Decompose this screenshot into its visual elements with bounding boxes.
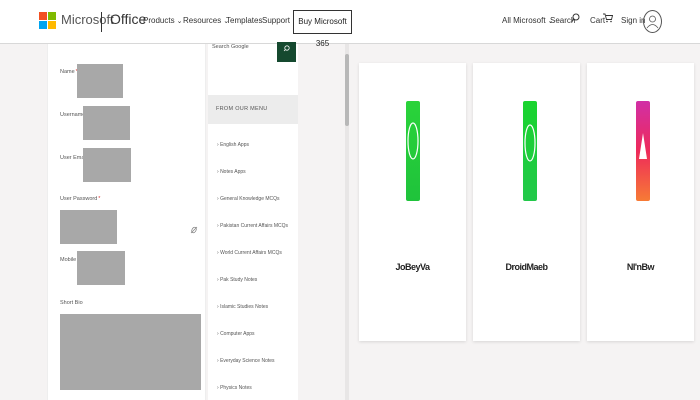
search-icon <box>283 45 290 52</box>
sidebar-item-everyday-science[interactable]: › Everyday Science Notes <box>217 358 275 364</box>
nav-support-label: Support <box>262 16 291 25</box>
app-card-title: NI'nBw <box>626 262 655 272</box>
camera-icon <box>639 133 647 159</box>
short-bio-field-label: Short Bio <box>60 300 83 306</box>
name-field[interactable] <box>77 64 123 98</box>
username-field[interactable] <box>83 106 130 140</box>
nav-support[interactable]: Support <box>262 16 290 25</box>
sidebar-item-physics-notes[interactable]: › Physics Notes <box>217 385 252 391</box>
app-card-title: DroidMaeb <box>505 262 548 272</box>
vertical-scrollbar[interactable] <box>345 44 349 400</box>
app-card[interactable]: DroidMaeb <box>473 63 580 341</box>
signup-form-panel: Name* Username* User Email* User Passwor… <box>47 44 206 400</box>
sidebar-item-label: Islamic Studies Notes <box>220 304 269 310</box>
nav-resources[interactable]: Resources ⌄ <box>183 16 229 25</box>
brand-name[interactable]: Microsoft <box>61 12 114 27</box>
scrollbar-thumb[interactable] <box>345 54 349 126</box>
search-google-button[interactable] <box>277 42 296 62</box>
sidebar-item-world-current-affairs[interactable]: › World Current Affairs MCQs <box>217 250 282 256</box>
avatar-icon[interactable] <box>643 10 662 33</box>
phone-icon <box>524 124 536 162</box>
menu-section-title: FROM OUR MENU <box>208 95 298 124</box>
sidebar-item-label: Everyday Science Notes <box>220 358 275 364</box>
show-password-eye-icon[interactable] <box>190 226 198 234</box>
sidebar-item-pakistan-current-affairs[interactable]: › Pakistan Current Affairs MCQs <box>217 223 288 229</box>
buy-microsoft-365-button[interactable]: Buy Microsoft 365 <box>293 10 352 48</box>
header-divider <box>101 12 102 32</box>
sidebar-item-english-apps[interactable]: › English Apps <box>217 142 249 148</box>
short-bio-label-text: Short Bio <box>60 300 83 306</box>
nav-templates-label: Templates <box>226 16 263 25</box>
instagram-gradient-icon <box>636 101 650 201</box>
all-microsoft-label: All Microsoft <box>502 16 546 25</box>
sidebar-item-label: Physics Notes <box>220 385 252 391</box>
sign-in-label: Sign in <box>621 16 646 25</box>
sidebar-item-label: English Apps <box>220 142 249 148</box>
sidebar-item-label: World Current Affairs MCQs <box>220 250 282 256</box>
mobile-field[interactable] <box>77 251 125 285</box>
phone-icon <box>407 122 419 160</box>
app-card-title: JoBeyVa <box>395 262 430 272</box>
chevron-down-icon: ⌄ <box>176 18 183 25</box>
sidebar-item-pak-study[interactable]: › Pak Study Notes <box>217 277 257 283</box>
nav-products[interactable]: Products ⌄ <box>143 16 182 25</box>
nav-products-label: Products <box>143 16 175 25</box>
user-password-field[interactable] <box>60 210 117 244</box>
user-password-field-label: User Password* <box>60 196 100 202</box>
sidebar-item-label: General Knowledge MCQs <box>220 196 280 202</box>
cart-icon[interactable] <box>603 13 613 23</box>
search-icon[interactable] <box>571 13 580 23</box>
product-name[interactable]: Office <box>110 11 146 27</box>
app-card[interactable]: NI'nBw <box>587 63 694 341</box>
sidebar-item-islamic-studies[interactable]: › Islamic Studies Notes <box>217 304 268 310</box>
all-microsoft-menu[interactable]: All Microsoft ⌄ <box>502 16 553 25</box>
name-field-label: Name* <box>60 69 78 75</box>
mobile-label-text: Mobile <box>60 257 77 263</box>
sidebar-item-label: Pak Study Notes <box>220 277 258 283</box>
nav-resources-label: Resources <box>183 16 222 25</box>
user-email-field[interactable] <box>83 148 131 182</box>
sidebar-menu: Search Google FROM OUR MENU › English Ap… <box>208 42 298 400</box>
short-bio-textarea[interactable] <box>60 314 201 390</box>
app-card[interactable]: JoBeyVa <box>359 63 466 341</box>
sidebar-item-label: Pakistan Current Affairs MCQs <box>220 223 289 229</box>
user-password-label-text: User Password <box>60 196 98 202</box>
whatsapp-green-icon <box>523 101 537 201</box>
search-google-label: Search Google <box>212 44 249 50</box>
username-label-text: Username <box>60 112 86 118</box>
sidebar-item-label: Notes Apps <box>220 169 246 175</box>
sidebar-item-general-knowledge[interactable]: › General Knowledge MCQs <box>217 196 280 202</box>
person-icon <box>646 15 659 29</box>
sign-in-link[interactable]: Sign in <box>621 16 645 25</box>
required-marker: * <box>98 196 101 202</box>
sidebar-item-label: Computer Apps <box>220 331 255 337</box>
whatsapp-green-icon <box>406 101 420 201</box>
sidebar-item-computer-apps[interactable]: › Computer Apps <box>217 331 255 337</box>
top-navigation: Microsoft Office Products ⌄ Resources ⌄ Te… <box>0 0 700 48</box>
nav-templates[interactable]: Templates <box>226 16 262 25</box>
name-label-text: Name <box>60 69 75 75</box>
sidebar-item-notes-apps[interactable]: › Notes Apps <box>217 169 246 175</box>
microsoft-logo-icon[interactable] <box>39 12 56 29</box>
